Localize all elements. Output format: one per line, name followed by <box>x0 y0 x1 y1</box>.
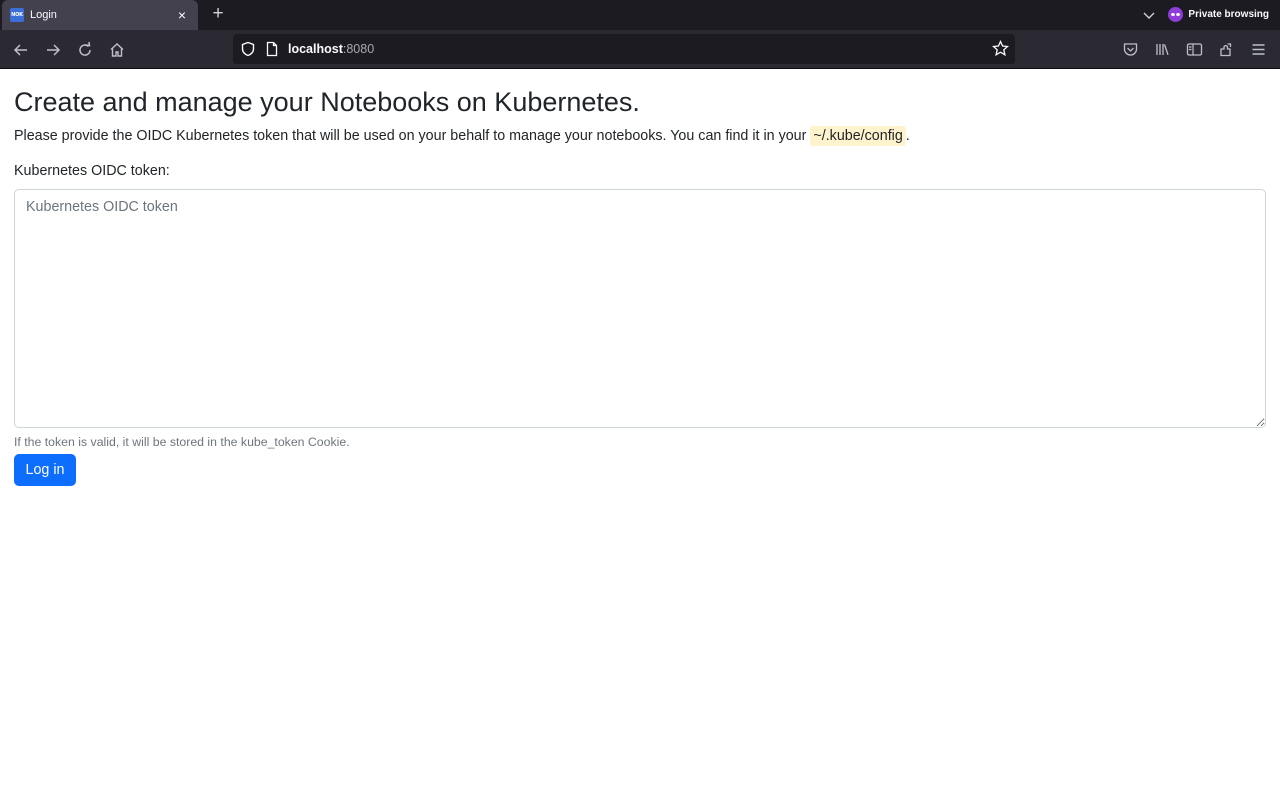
private-browsing-indicator: Private browsing <box>1168 7 1269 22</box>
page-content: Create and manage your Notebooks on Kube… <box>0 69 1280 794</box>
tab-login[interactable]: NOK Login × <box>2 0 198 30</box>
intro-end: . <box>905 128 910 144</box>
token-input[interactable] <box>14 189 1266 428</box>
shield-icon[interactable] <box>240 41 256 57</box>
token-help-text: If the token is valid, it will be stored… <box>14 435 350 449</box>
chevron-down-icon[interactable] <box>1141 7 1157 23</box>
intro-text: Please provide the OIDC Kubernetes token… <box>14 128 811 144</box>
private-mask-icon <box>1168 7 1184 22</box>
sidebar-icon[interactable] <box>1186 41 1203 58</box>
kube-config-path: ~/.kube/config <box>810 126 906 146</box>
intro-paragraph: Please provide the OIDC Kubernetes token… <box>14 126 1266 146</box>
favicon-icon: NOK <box>10 8 24 22</box>
tab-title: Login <box>30 9 57 21</box>
login-button[interactable]: Log in <box>14 454 76 486</box>
menu-icon[interactable] <box>1250 41 1267 58</box>
tab-bar: NOK Login × + Private browsing <box>0 0 1280 30</box>
page-title: Create and manage your Notebooks on Kube… <box>14 87 640 117</box>
home-icon[interactable] <box>108 41 126 59</box>
url-host: localhost <box>288 42 343 56</box>
url-text[interactable]: localhost:8080 <box>288 42 374 56</box>
navigation-toolbar: localhost:8080 <box>0 30 1280 69</box>
page-icon[interactable] <box>265 41 279 57</box>
new-tab-button[interactable]: + <box>208 4 228 24</box>
bookmark-star-icon[interactable] <box>992 40 1009 57</box>
pocket-icon[interactable] <box>1122 41 1139 58</box>
url-port: :8080 <box>342 42 375 56</box>
extensions-icon[interactable] <box>1218 41 1235 58</box>
private-browsing-label: Private browsing <box>1188 9 1269 20</box>
forward-icon[interactable] <box>44 41 62 59</box>
token-label: Kubernetes OIDC token: <box>14 163 170 179</box>
browser-chrome: NOK Login × + Private browsing localhost… <box>0 0 1280 69</box>
close-tab-icon[interactable]: × <box>174 8 190 22</box>
reload-icon[interactable] <box>76 41 94 59</box>
login-form: Kubernetes OIDC token: If the token is v… <box>14 161 1266 486</box>
library-icon[interactable] <box>1154 41 1171 58</box>
url-bar[interactable]: localhost:8080 <box>233 34 1015 64</box>
back-icon[interactable] <box>12 41 30 59</box>
